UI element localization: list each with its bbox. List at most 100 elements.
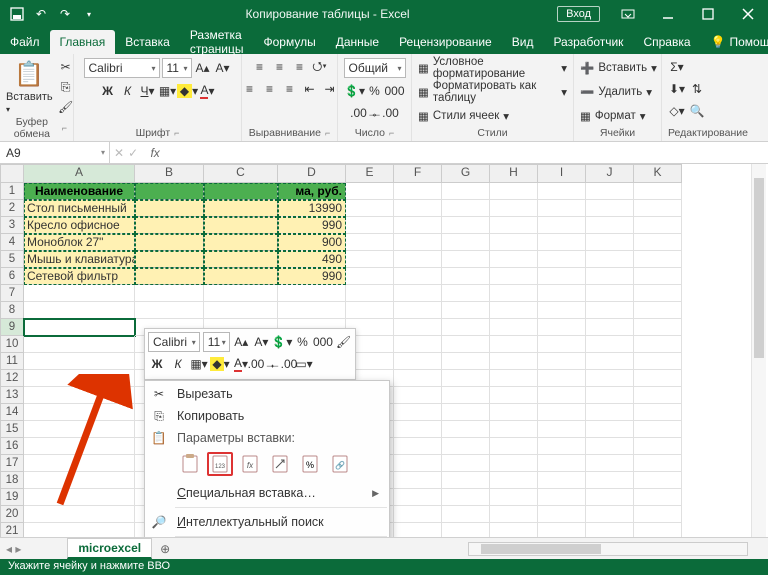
cell[interactable]	[490, 285, 538, 302]
cell[interactable]	[394, 251, 442, 268]
worksheet[interactable]: ABCDEFGHIJK 1Наименованиема, руб.2Стол п…	[0, 164, 768, 540]
cell[interactable]	[634, 438, 682, 455]
cell[interactable]	[204, 285, 278, 302]
cell[interactable]	[394, 200, 442, 217]
sort-filter-icon[interactable]: ⇅	[688, 80, 706, 98]
mini-bold-icon[interactable]: Ж	[148, 355, 166, 373]
cell[interactable]	[586, 387, 634, 404]
cell[interactable]	[135, 251, 204, 268]
cell[interactable]	[24, 285, 135, 302]
percent-icon[interactable]: %	[366, 82, 384, 100]
cell[interactable]	[135, 268, 204, 285]
minimize-icon[interactable]	[648, 0, 688, 28]
undo-icon[interactable]: ↶	[32, 5, 50, 23]
fill-color-icon[interactable]: ◆▾	[179, 82, 197, 100]
tab-review[interactable]: Рецензирование	[389, 30, 502, 54]
mini-comma-icon[interactable]: 000	[314, 333, 332, 351]
cell[interactable]: 13990	[278, 200, 346, 217]
copy-icon[interactable]: ⎘	[57, 78, 75, 96]
cell[interactable]	[490, 319, 538, 336]
row-header[interactable]: 8	[0, 302, 24, 319]
cell[interactable]	[135, 200, 204, 217]
cell[interactable]	[586, 200, 634, 217]
cell[interactable]	[538, 506, 586, 523]
cell[interactable]	[538, 285, 586, 302]
cell[interactable]	[634, 285, 682, 302]
col-header[interactable]: K	[634, 164, 682, 183]
mini-decdec-icon[interactable]: ←.00	[274, 355, 292, 373]
row-header[interactable]: 19	[0, 489, 24, 506]
cell[interactable]	[394, 302, 442, 319]
col-header[interactable]: C	[204, 164, 278, 183]
italic-icon[interactable]: К	[119, 82, 137, 100]
cell[interactable]	[538, 353, 586, 370]
cell[interactable]: Сетевой фильтр	[24, 268, 135, 285]
cell[interactable]	[442, 302, 490, 319]
align-center-icon[interactable]: ≡	[261, 80, 279, 98]
mini-border-icon[interactable]: ▦▾	[190, 355, 208, 373]
cell[interactable]	[442, 268, 490, 285]
cell[interactable]	[204, 234, 278, 251]
cell[interactable]	[442, 319, 490, 336]
col-header[interactable]: A	[24, 164, 135, 183]
currency-icon[interactable]: 💲▾	[346, 82, 364, 100]
cell[interactable]	[634, 421, 682, 438]
cell[interactable]	[634, 370, 682, 387]
cell[interactable]	[346, 251, 394, 268]
cell[interactable]	[394, 183, 442, 200]
comma-icon[interactable]: 000	[386, 82, 404, 100]
qat-customize-icon[interactable]: ▾	[80, 5, 98, 23]
row-header[interactable]: 18	[0, 472, 24, 489]
cell[interactable]: 990	[278, 268, 346, 285]
row-header[interactable]: 20	[0, 506, 24, 523]
cell[interactable]	[538, 200, 586, 217]
row-header[interactable]: 1	[0, 183, 24, 200]
row-header[interactable]: 2	[0, 200, 24, 217]
cell[interactable]	[24, 370, 135, 387]
paste-values-icon[interactable]: 123	[207, 452, 233, 476]
cell[interactable]	[204, 302, 278, 319]
cell[interactable]	[490, 251, 538, 268]
cell[interactable]	[586, 319, 634, 336]
paste-button[interactable]: Вставить▾	[6, 91, 53, 115]
maximize-icon[interactable]	[688, 0, 728, 28]
menu-cut[interactable]: ✂Вырезать	[145, 383, 389, 405]
cell[interactable]	[394, 353, 442, 370]
col-header[interactable]: D	[278, 164, 346, 183]
redo-icon[interactable]: ↷	[56, 5, 74, 23]
cell[interactable]	[634, 217, 682, 234]
format-cells-button[interactable]: ▦ Формат ▾	[580, 106, 646, 126]
cell[interactable]	[135, 285, 204, 302]
cell[interactable]	[204, 217, 278, 234]
cell[interactable]	[586, 353, 634, 370]
cell[interactable]	[538, 404, 586, 421]
cell[interactable]	[394, 404, 442, 421]
autosum-icon[interactable]: Σ▾	[668, 58, 686, 76]
cell[interactable]	[442, 200, 490, 217]
indent-inc-icon[interactable]: ⇥	[321, 80, 339, 98]
cell[interactable]: Наименование	[24, 183, 135, 200]
align-bot-icon[interactable]: ≡	[291, 58, 309, 76]
cell[interactable]	[490, 506, 538, 523]
cell[interactable]	[490, 438, 538, 455]
cell[interactable]	[538, 455, 586, 472]
row-header[interactable]: 7	[0, 285, 24, 302]
cell[interactable]	[204, 251, 278, 268]
cell[interactable]	[24, 421, 135, 438]
cell[interactable]	[586, 438, 634, 455]
cell[interactable]	[634, 387, 682, 404]
cell[interactable]	[442, 353, 490, 370]
cell[interactable]	[346, 302, 394, 319]
tab-tell-me[interactable]: 💡Помощь	[701, 30, 768, 54]
cell[interactable]	[634, 506, 682, 523]
cell[interactable]	[204, 268, 278, 285]
cell[interactable]	[586, 421, 634, 438]
cell[interactable]	[442, 285, 490, 302]
clear-icon[interactable]: ◇▾	[668, 102, 686, 120]
row-header[interactable]: 13	[0, 387, 24, 404]
format-as-table-button[interactable]: ▦ Форматировать как таблицу ▾	[418, 82, 567, 102]
grow-font-icon[interactable]: A▴	[194, 59, 212, 77]
tab-insert[interactable]: Вставка	[115, 30, 180, 54]
cell[interactable]	[490, 302, 538, 319]
insert-cells-button[interactable]: ➕ Вставить ▾	[580, 58, 657, 78]
